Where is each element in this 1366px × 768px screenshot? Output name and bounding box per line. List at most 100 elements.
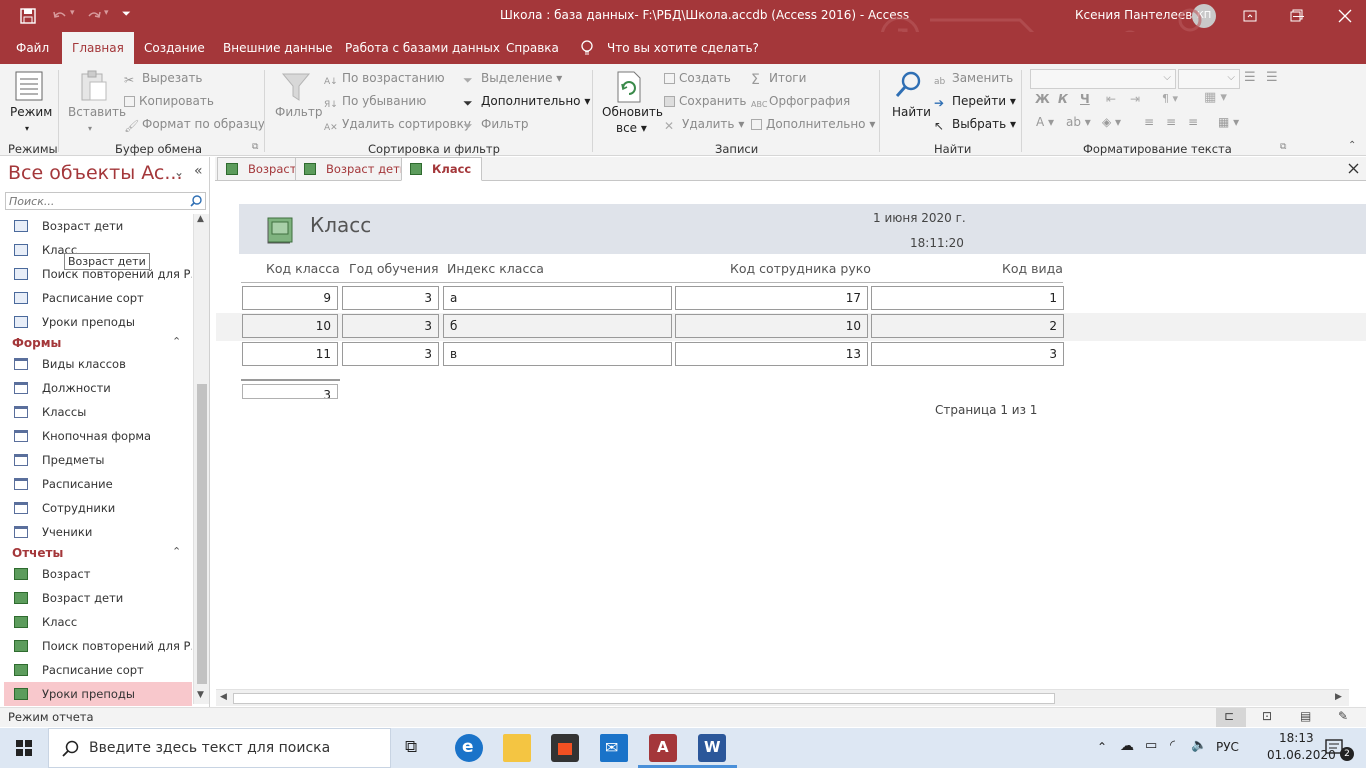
search-icon[interactable] [190, 195, 202, 207]
gridlines-icon[interactable]: ▦ ▾ [1204, 90, 1227, 105]
nav-form-item[interactable]: Кнопочная форма [4, 424, 192, 448]
decrease-indent-icon[interactable]: ⇤ [1106, 92, 1116, 106]
font-size-select[interactable]: ⌵ [1178, 69, 1240, 89]
numbering-icon[interactable]: ☰ [1266, 70, 1278, 85]
highlight-icon[interactable]: ab ▾ [1066, 115, 1091, 129]
more-records-button[interactable]: Дополнительно ▾ [751, 114, 875, 134]
wifi-icon[interactable]: ◜ [1170, 738, 1175, 753]
refresh-all-icon[interactable] [614, 70, 644, 104]
paste-button[interactable]: Вставить [68, 102, 126, 122]
nav-report-item[interactable]: Поиск повторений для Р... [4, 634, 192, 658]
bullets-icon[interactable]: ☰ [1244, 70, 1256, 85]
tab-help[interactable]: Справка [496, 32, 569, 64]
explorer-icon[interactable] [503, 734, 531, 762]
tab-database-tools[interactable]: Работа с базами данных [335, 32, 510, 64]
undo-icon[interactable] [52, 8, 68, 24]
sort-ascending-button[interactable]: A↓ По возрастанию [324, 68, 445, 88]
goto-button[interactable]: ➔ Перейти ▾ [934, 91, 1016, 111]
sort-descending-button[interactable]: Я↓ По убыванию [324, 91, 426, 111]
replace-button[interactable]: ab Заменить [934, 68, 1013, 88]
nav-form-item[interactable]: Сотрудники [4, 496, 192, 520]
restore-icon[interactable] [1290, 9, 1304, 23]
nav-search-input[interactable] [6, 193, 184, 209]
save-record-button[interactable]: Сохранить [664, 91, 747, 111]
underline-button[interactable]: Ч [1080, 92, 1090, 106]
store-icon[interactable] [551, 734, 579, 762]
battery-icon[interactable]: ▭ [1145, 738, 1157, 753]
close-window-icon[interactable] [1338, 9, 1352, 23]
layout-view-icon[interactable]: ▤ [1300, 709, 1311, 723]
paste-icon[interactable] [78, 70, 108, 104]
align-center-icon[interactable]: ≡ [1166, 115, 1176, 129]
remove-sort-button[interactable]: A✕ Удалить сортировку [324, 114, 471, 134]
delete-record-button[interactable]: ✕ Удалить ▾ [664, 114, 744, 134]
collapse-ribbon-icon[interactable]: ⌃ [1348, 140, 1356, 151]
h-scroll-thumb[interactable] [233, 693, 1055, 704]
filter-button[interactable]: Фильтр [275, 102, 322, 122]
select-button[interactable]: ↖ Выбрать ▾ [934, 114, 1016, 134]
advanced-filter-button[interactable]: ⏷ Дополнительно ▾ [463, 91, 590, 111]
report-view-button[interactable]: ⊏ [1216, 708, 1246, 727]
scroll-down-icon[interactable]: ▼ [197, 690, 204, 700]
copy-button[interactable]: Копировать [124, 91, 214, 111]
view-dropdown-icon[interactable]: ▾ [25, 119, 29, 139]
nav-form-item[interactable]: Ученики [4, 520, 192, 544]
paste-dropdown-icon[interactable]: ▾ [88, 119, 92, 139]
bold-button[interactable]: Ж [1035, 92, 1050, 106]
refresh-all-label2[interactable]: все ▾ [616, 118, 647, 138]
font-color-icon[interactable]: A ▾ [1036, 115, 1054, 129]
align-left-icon[interactable]: ≡ [1144, 115, 1154, 129]
word-icon[interactable]: W [698, 734, 726, 762]
totals-button[interactable]: Σ Итоги [751, 68, 806, 88]
nav-report-item[interactable]: Класс [4, 610, 192, 634]
close-doc-icon[interactable] [1348, 163, 1359, 174]
find-button[interactable]: Найти [892, 102, 931, 122]
nav-report-item-selected[interactable]: Уроки преподы [4, 682, 192, 706]
show-hidden-icons-icon[interactable]: ⌃ [1097, 740, 1107, 754]
spelling-button[interactable]: ABC Орфография [751, 91, 850, 111]
text-format-launcher-icon[interactable]: ⧉ [1280, 142, 1286, 152]
increase-indent-icon[interactable]: ⇥ [1130, 92, 1140, 106]
ribbon-display-icon[interactable] [1243, 9, 1257, 23]
taskbar-search[interactable]: Введите здесь текст для поиска [48, 728, 391, 768]
collapse-nav-icon[interactable]: « [194, 163, 203, 179]
scroll-left-icon[interactable]: ◀ [220, 692, 227, 702]
clipboard-launcher-icon[interactable]: ⧉ [252, 142, 258, 152]
align-right-icon[interactable]: ≡ [1188, 115, 1198, 129]
find-icon[interactable] [894, 70, 924, 102]
tab-create[interactable]: Создание [134, 32, 215, 64]
toggle-filter-button[interactable]: ⏷ Фильтр [463, 114, 528, 134]
onedrive-icon[interactable]: ☁ [1120, 738, 1134, 754]
redo-dropdown-icon[interactable]: ▾ [104, 8, 109, 18]
scroll-up-icon[interactable]: ▲ [197, 214, 204, 224]
selection-button[interactable]: ⏷ Выделение ▾ [463, 68, 562, 88]
nav-report-item[interactable]: Возраст [4, 562, 192, 586]
alt-row-color-icon[interactable]: ▦ ▾ [1218, 115, 1239, 129]
undo-dropdown-icon[interactable]: ▾ [70, 8, 75, 18]
nav-scrollbar[interactable]: ▲ ▼ [193, 214, 209, 704]
doc-tab-vozrast-deti[interactable]: Возраст дети [295, 157, 419, 181]
cut-button[interactable]: ✂ Вырезать [124, 68, 203, 88]
nav-query-item[interactable]: Уроки преподы [4, 310, 192, 334]
edge-icon[interactable]: e [455, 734, 483, 762]
doc-tab-klass[interactable]: Класс [401, 157, 483, 181]
language-indicator[interactable]: РУС [1216, 740, 1239, 754]
task-view-icon[interactable]: ⧉ [405, 737, 417, 757]
nav-form-item[interactable]: Должности [4, 376, 192, 400]
reports-header[interactable]: Отчеты [12, 546, 63, 560]
nav-form-item[interactable]: Расписание [4, 472, 192, 496]
mail-icon[interactable]: ✉ [600, 734, 628, 762]
print-preview-icon[interactable]: ⊡ [1262, 709, 1272, 723]
save-icon[interactable] [20, 8, 36, 24]
nav-query-item[interactable]: Расписание сорт [4, 286, 192, 310]
tell-me-input[interactable]: Что вы хотите сделать? [597, 32, 769, 64]
nav-scroll-thumb[interactable] [197, 384, 207, 684]
windows-start-icon[interactable] [16, 740, 32, 756]
collapse-group-icon[interactable]: ⌃ [172, 335, 181, 348]
nav-report-item[interactable]: Возраст дети [4, 586, 192, 610]
collapse-group-icon[interactable]: ⌃ [172, 545, 181, 558]
tab-home[interactable]: Главная [62, 32, 134, 64]
view-icon[interactable] [14, 70, 44, 104]
nav-menu-icon[interactable]: ⌄ [174, 165, 184, 179]
volume-icon[interactable]: 🔈 [1191, 738, 1207, 753]
